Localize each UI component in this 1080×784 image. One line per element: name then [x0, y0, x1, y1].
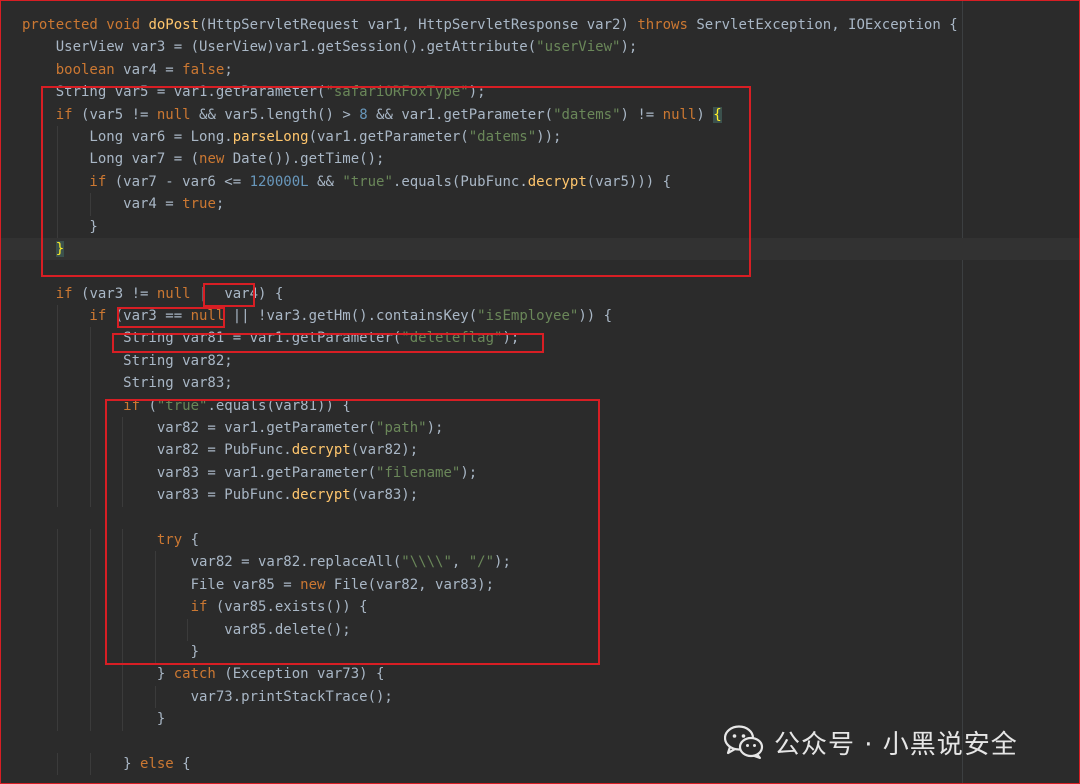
code-line[interactable]: protected void doPost(HttpServletRequest…: [0, 14, 1080, 36]
indent-guide: [57, 394, 59, 418]
indent-guide: [89, 618, 91, 641]
indent-guide: [154, 685, 156, 709]
code-token: (Exception var73) {: [224, 666, 385, 683]
code-token: var73.printStackTrace();: [22, 688, 393, 705]
indent-guide: [89, 685, 91, 709]
code-token: String var82;: [22, 352, 233, 369]
code-line[interactable]: boolean var4 = false;: [0, 59, 1080, 81]
code-line[interactable]: String var82;: [0, 349, 1080, 373]
indent-guide: [57, 663, 59, 686]
indent-guide: [57, 708, 59, 731]
watermark: 公众号 · 小黑说安全: [724, 720, 1018, 764]
watermark-text: 公众号 · 小黑说安全: [774, 729, 1018, 760]
indent-guide: [57, 685, 59, 709]
code-token: var4 =: [123, 61, 183, 78]
code-token: )): [578, 308, 596, 325]
code-token: (var3 !=: [81, 285, 157, 302]
code-token: ServletException, IOException {: [696, 17, 958, 33]
indent-guide: [89, 573, 91, 597]
code-token: protected: [22, 17, 107, 33]
indent-guide: [89, 327, 91, 350]
indent-guide: [57, 528, 59, 552]
code-line[interactable]: if (var3 != null | var4) {: [0, 283, 1080, 305]
code-token: String var83;: [22, 375, 233, 392]
indent-guide: [57, 484, 59, 507]
code-token: }: [22, 711, 166, 728]
indent-guide: [122, 685, 124, 709]
indent-guide: [57, 349, 59, 373]
code-token: }: [22, 666, 174, 683]
indent-guide: [57, 596, 59, 619]
indent-guide: [89, 439, 91, 462]
code-token: if: [22, 308, 115, 325]
highlight-box-var4: [203, 283, 255, 307]
indent-guide: [57, 461, 59, 485]
code-token: "isEmployee": [477, 308, 579, 325]
code-token: false: [182, 61, 225, 78]
indent-guide: [89, 372, 91, 395]
indent-guide: [89, 708, 91, 731]
code-token: null: [156, 285, 200, 302]
indent-guide: [89, 752, 91, 776]
indent-guide: [89, 663, 91, 686]
code-token: }: [22, 755, 141, 772]
indent-guide: [89, 640, 91, 664]
indent-guide: [57, 752, 59, 776]
indent-guide: [89, 551, 91, 574]
code-line[interactable]: var73.printStackTrace();: [0, 685, 1080, 709]
indent-guide: [89, 417, 91, 440]
code-token: (HttpServletRequest var1, HttpServletRes…: [199, 17, 638, 33]
indent-guide: [57, 372, 59, 395]
indent-guide: [89, 461, 91, 485]
indent-guide: [57, 618, 59, 641]
code-token: ;: [224, 61, 233, 78]
code-token: "userView": [536, 39, 621, 56]
indent-guide: [89, 528, 91, 552]
code-token: UserView var3 = (UserView)var1.getSessio…: [22, 39, 537, 56]
indent-guide: [122, 708, 124, 731]
code-line[interactable]: } catch (Exception var73) {: [0, 663, 1080, 686]
indent-guide: [122, 663, 124, 686]
highlight-box-deleteflag: [112, 333, 544, 353]
indent-guide: [57, 573, 59, 597]
indent-guide: [89, 394, 91, 418]
code-token: );: [620, 39, 638, 56]
code-token: void: [106, 17, 149, 33]
wechat-icon: [724, 725, 764, 759]
code-line[interactable]: String var83;: [0, 372, 1080, 395]
code-token: {: [595, 308, 613, 325]
indent-guide: [89, 596, 91, 619]
indent-guide: [89, 349, 91, 373]
indent-guide: [57, 417, 59, 440]
code-token: || !var3.getHm().containsKey(: [232, 308, 478, 325]
indent-guide: [57, 640, 59, 664]
highlight-box-auth-bypass: [41, 86, 751, 277]
code-token: doPost: [148, 17, 200, 33]
indent-guide: [57, 439, 59, 462]
indent-guide: [57, 327, 59, 350]
code-token: if: [22, 285, 82, 302]
code-token: else: [140, 755, 183, 772]
indent-guide: [89, 484, 91, 507]
code-token: {: [182, 755, 191, 772]
code-token: catch: [173, 666, 225, 683]
code-token: boolean: [22, 61, 124, 78]
code-line[interactable]: UserView var3 = (UserView)var1.getSessio…: [0, 36, 1080, 58]
code-token: throws: [637, 17, 697, 33]
indent-guide: [57, 305, 59, 328]
indent-guide: [57, 551, 59, 574]
highlight-box-file-delete: [105, 399, 600, 665]
highlight-box-var3-null: [117, 307, 225, 328]
